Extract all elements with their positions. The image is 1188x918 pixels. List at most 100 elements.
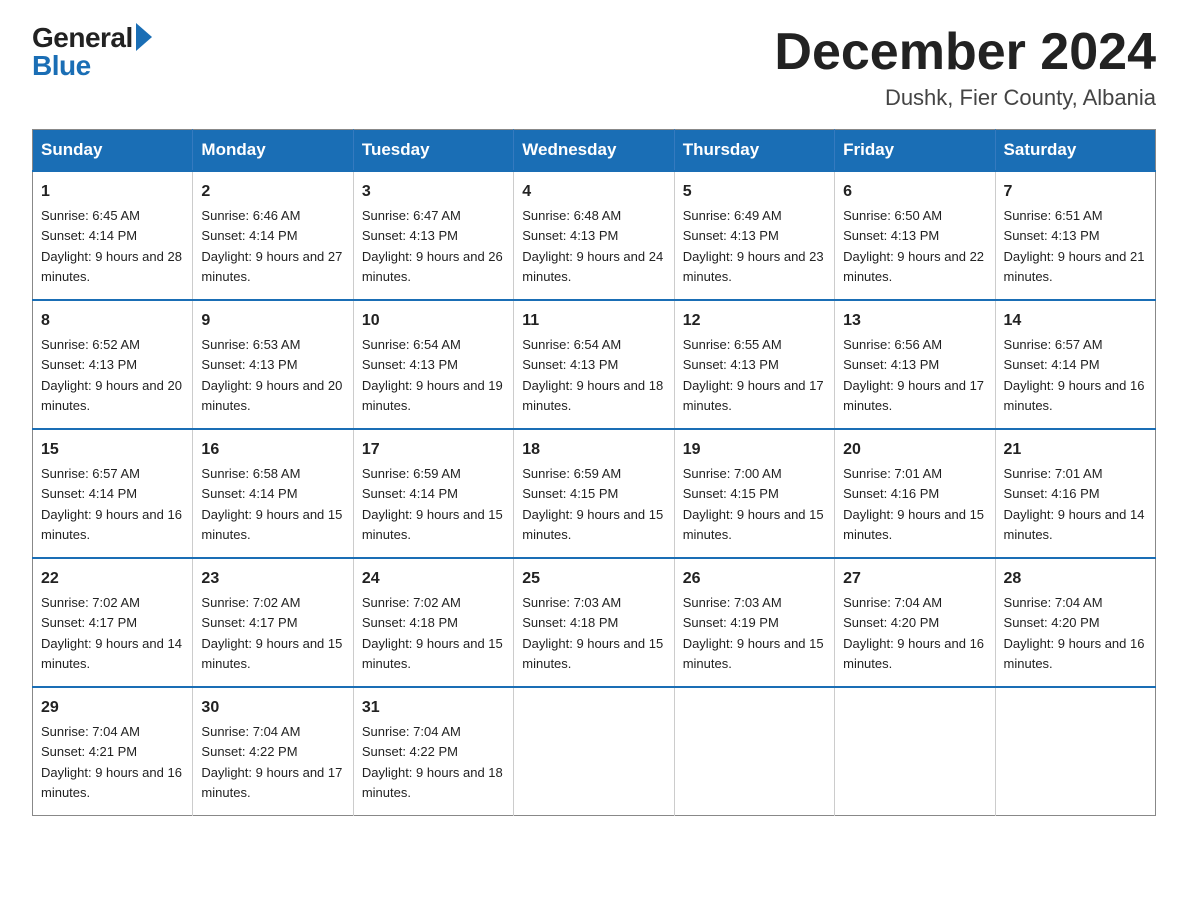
calendar-week-row: 8 Sunrise: 6:52 AMSunset: 4:13 PMDayligh… — [33, 300, 1156, 429]
day-number: 29 — [41, 696, 184, 720]
day-of-week-header: Wednesday — [514, 130, 674, 172]
day-number: 10 — [362, 309, 505, 333]
calendar-day-cell: 30 Sunrise: 7:04 AMSunset: 4:22 PMDaylig… — [193, 687, 353, 816]
calendar-day-cell: 6 Sunrise: 6:50 AMSunset: 4:13 PMDayligh… — [835, 171, 995, 300]
calendar-day-cell: 8 Sunrise: 6:52 AMSunset: 4:13 PMDayligh… — [33, 300, 193, 429]
day-info: Sunrise: 7:04 AMSunset: 4:21 PMDaylight:… — [41, 724, 182, 800]
calendar-day-cell — [674, 687, 834, 816]
calendar-day-cell: 10 Sunrise: 6:54 AMSunset: 4:13 PMDaylig… — [353, 300, 513, 429]
day-number: 30 — [201, 696, 344, 720]
day-info: Sunrise: 7:04 AMSunset: 4:20 PMDaylight:… — [843, 595, 984, 671]
day-of-week-header: Saturday — [995, 130, 1155, 172]
day-number: 28 — [1004, 567, 1147, 591]
calendar-day-cell: 11 Sunrise: 6:54 AMSunset: 4:13 PMDaylig… — [514, 300, 674, 429]
day-number: 21 — [1004, 438, 1147, 462]
calendar-header-row: SundayMondayTuesdayWednesdayThursdayFrid… — [33, 130, 1156, 172]
day-info: Sunrise: 6:45 AMSunset: 4:14 PMDaylight:… — [41, 208, 182, 284]
calendar-day-cell: 12 Sunrise: 6:55 AMSunset: 4:13 PMDaylig… — [674, 300, 834, 429]
day-number: 13 — [843, 309, 986, 333]
day-info: Sunrise: 6:51 AMSunset: 4:13 PMDaylight:… — [1004, 208, 1145, 284]
day-info: Sunrise: 6:50 AMSunset: 4:13 PMDaylight:… — [843, 208, 984, 284]
day-number: 31 — [362, 696, 505, 720]
day-info: Sunrise: 6:55 AMSunset: 4:13 PMDaylight:… — [683, 337, 824, 413]
day-info: Sunrise: 6:56 AMSunset: 4:13 PMDaylight:… — [843, 337, 984, 413]
day-of-week-header: Sunday — [33, 130, 193, 172]
day-number: 15 — [41, 438, 184, 462]
day-number: 16 — [201, 438, 344, 462]
day-info: Sunrise: 7:04 AMSunset: 4:22 PMDaylight:… — [362, 724, 503, 800]
location-subtitle: Dushk, Fier County, Albania — [774, 85, 1156, 111]
day-number: 24 — [362, 567, 505, 591]
day-number: 17 — [362, 438, 505, 462]
logo: General Blue — [32, 24, 152, 80]
calendar-day-cell: 25 Sunrise: 7:03 AMSunset: 4:18 PMDaylig… — [514, 558, 674, 687]
day-info: Sunrise: 6:57 AMSunset: 4:14 PMDaylight:… — [41, 466, 182, 542]
day-number: 23 — [201, 567, 344, 591]
day-info: Sunrise: 6:54 AMSunset: 4:13 PMDaylight:… — [362, 337, 503, 413]
day-info: Sunrise: 7:02 AMSunset: 4:17 PMDaylight:… — [201, 595, 342, 671]
calendar-day-cell: 22 Sunrise: 7:02 AMSunset: 4:17 PMDaylig… — [33, 558, 193, 687]
day-of-week-header: Friday — [835, 130, 995, 172]
day-number: 19 — [683, 438, 826, 462]
day-info: Sunrise: 7:01 AMSunset: 4:16 PMDaylight:… — [843, 466, 984, 542]
calendar-day-cell: 27 Sunrise: 7:04 AMSunset: 4:20 PMDaylig… — [835, 558, 995, 687]
day-number: 20 — [843, 438, 986, 462]
day-number: 27 — [843, 567, 986, 591]
day-info: Sunrise: 7:04 AMSunset: 4:22 PMDaylight:… — [201, 724, 342, 800]
day-number: 8 — [41, 309, 184, 333]
calendar-day-cell: 29 Sunrise: 7:04 AMSunset: 4:21 PMDaylig… — [33, 687, 193, 816]
day-info: Sunrise: 6:59 AMSunset: 4:15 PMDaylight:… — [522, 466, 663, 542]
day-info: Sunrise: 6:57 AMSunset: 4:14 PMDaylight:… — [1004, 337, 1145, 413]
calendar-day-cell: 1 Sunrise: 6:45 AMSunset: 4:14 PMDayligh… — [33, 171, 193, 300]
day-number: 3 — [362, 180, 505, 204]
calendar-day-cell: 13 Sunrise: 6:56 AMSunset: 4:13 PMDaylig… — [835, 300, 995, 429]
calendar-week-row: 29 Sunrise: 7:04 AMSunset: 4:21 PMDaylig… — [33, 687, 1156, 816]
day-number: 26 — [683, 567, 826, 591]
calendar-week-row: 15 Sunrise: 6:57 AMSunset: 4:14 PMDaylig… — [33, 429, 1156, 558]
day-info: Sunrise: 6:52 AMSunset: 4:13 PMDaylight:… — [41, 337, 182, 413]
logo-triangle-icon — [136, 23, 152, 51]
calendar-day-cell: 26 Sunrise: 7:03 AMSunset: 4:19 PMDaylig… — [674, 558, 834, 687]
day-info: Sunrise: 7:02 AMSunset: 4:17 PMDaylight:… — [41, 595, 182, 671]
calendar-day-cell: 16 Sunrise: 6:58 AMSunset: 4:14 PMDaylig… — [193, 429, 353, 558]
calendar-day-cell: 7 Sunrise: 6:51 AMSunset: 4:13 PMDayligh… — [995, 171, 1155, 300]
calendar-day-cell: 5 Sunrise: 6:49 AMSunset: 4:13 PMDayligh… — [674, 171, 834, 300]
calendar-week-row: 22 Sunrise: 7:02 AMSunset: 4:17 PMDaylig… — [33, 558, 1156, 687]
day-number: 22 — [41, 567, 184, 591]
day-number: 11 — [522, 309, 665, 333]
day-info: Sunrise: 6:54 AMSunset: 4:13 PMDaylight:… — [522, 337, 663, 413]
calendar-day-cell — [835, 687, 995, 816]
calendar-table: SundayMondayTuesdayWednesdayThursdayFrid… — [32, 129, 1156, 816]
calendar-day-cell: 2 Sunrise: 6:46 AMSunset: 4:14 PMDayligh… — [193, 171, 353, 300]
day-number: 18 — [522, 438, 665, 462]
calendar-week-row: 1 Sunrise: 6:45 AMSunset: 4:14 PMDayligh… — [33, 171, 1156, 300]
day-info: Sunrise: 6:49 AMSunset: 4:13 PMDaylight:… — [683, 208, 824, 284]
day-info: Sunrise: 7:03 AMSunset: 4:18 PMDaylight:… — [522, 595, 663, 671]
calendar-day-cell — [514, 687, 674, 816]
day-of-week-header: Monday — [193, 130, 353, 172]
day-info: Sunrise: 6:48 AMSunset: 4:13 PMDaylight:… — [522, 208, 663, 284]
day-number: 4 — [522, 180, 665, 204]
day-info: Sunrise: 6:46 AMSunset: 4:14 PMDaylight:… — [201, 208, 342, 284]
calendar-day-cell: 20 Sunrise: 7:01 AMSunset: 4:16 PMDaylig… — [835, 429, 995, 558]
day-info: Sunrise: 6:59 AMSunset: 4:14 PMDaylight:… — [362, 466, 503, 542]
calendar-day-cell: 24 Sunrise: 7:02 AMSunset: 4:18 PMDaylig… — [353, 558, 513, 687]
day-info: Sunrise: 6:53 AMSunset: 4:13 PMDaylight:… — [201, 337, 342, 413]
day-number: 9 — [201, 309, 344, 333]
day-info: Sunrise: 7:02 AMSunset: 4:18 PMDaylight:… — [362, 595, 503, 671]
calendar-day-cell: 18 Sunrise: 6:59 AMSunset: 4:15 PMDaylig… — [514, 429, 674, 558]
day-info: Sunrise: 7:03 AMSunset: 4:19 PMDaylight:… — [683, 595, 824, 671]
day-number: 12 — [683, 309, 826, 333]
day-number: 6 — [843, 180, 986, 204]
day-of-week-header: Thursday — [674, 130, 834, 172]
day-number: 2 — [201, 180, 344, 204]
calendar-day-cell: 21 Sunrise: 7:01 AMSunset: 4:16 PMDaylig… — [995, 429, 1155, 558]
day-info: Sunrise: 7:00 AMSunset: 4:15 PMDaylight:… — [683, 466, 824, 542]
calendar-day-cell: 31 Sunrise: 7:04 AMSunset: 4:22 PMDaylig… — [353, 687, 513, 816]
day-number: 7 — [1004, 180, 1147, 204]
title-block: December 2024 Dushk, Fier County, Albani… — [774, 24, 1156, 111]
month-title: December 2024 — [774, 24, 1156, 81]
page-header: General Blue December 2024 Dushk, Fier C… — [32, 24, 1156, 111]
day-number: 14 — [1004, 309, 1147, 333]
calendar-day-cell: 19 Sunrise: 7:00 AMSunset: 4:15 PMDaylig… — [674, 429, 834, 558]
